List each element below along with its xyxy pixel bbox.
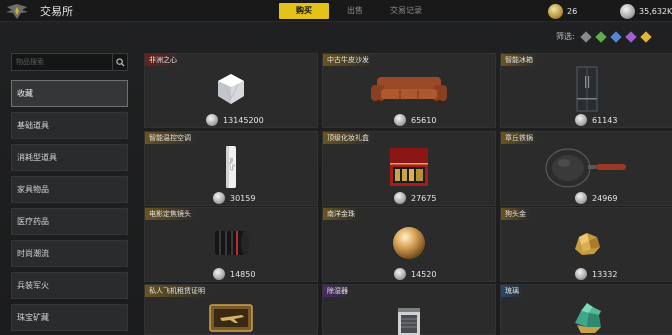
silver-coin-icon [394,268,406,280]
filter-label: 筛选: [556,32,575,41]
item-name: 中古牛皮沙发 [323,54,373,66]
silver-coin-icon [213,192,225,204]
silver-coin-icon [206,114,218,126]
item-card[interactable]: 狗头金 13332 [500,207,672,282]
page-title: 交易所 [40,5,73,18]
silver-coin-icon [394,114,406,126]
sofa-icon [371,77,447,106]
fridge-icon [576,66,598,112]
item-name: 顶级化妆礼盒 [323,132,373,144]
item-card[interactable]: 智能冰箱 61143 [500,53,672,128]
item-card[interactable]: 电影定焦镜头 14850 [144,207,318,282]
item-name: 南洋金珠 [323,208,359,220]
silver-amount: 35,632K [639,6,672,16]
item-card[interactable]: 中古牛皮沙发 65610 [322,53,496,128]
dehumidifier-icon [398,307,420,335]
gold-coin-icon [548,3,563,19]
item-name: 琉璃 [501,285,523,297]
glaze-crystal-icon [575,302,601,333]
lens-icon [215,231,249,255]
search-input[interactable] [12,54,112,70]
item-card[interactable]: 琉璃 [500,284,672,335]
item-card[interactable]: 南洋金珠 14520 [322,207,496,282]
sidebar-item-furniture[interactable]: 家具物品 [11,176,128,203]
item-price: 13332 [592,269,618,279]
item-price: 14520 [411,269,437,279]
item-name: 章丘铁锅 [501,132,537,144]
tab-buy[interactable]: 购买 [279,3,329,19]
filter-gold-diamond-icon[interactable] [640,30,652,43]
search-box [11,53,128,71]
silver-coin-icon [575,192,587,204]
search-icon[interactable] [112,54,127,70]
sidebar-item-favorites[interactable]: 收藏 [11,80,128,107]
item-card[interactable]: 私人飞机租赁证明 [144,284,318,335]
sidebar-item-basic-items[interactable]: 基础道具 [11,112,128,139]
silver-currency: 35,632K [620,2,672,20]
item-card[interactable]: 非洲之心 13145200 [144,53,318,128]
item-name: 狗头金 [501,208,530,220]
item-card[interactable]: 顶级化妆礼盒 27675 [322,131,496,206]
item-price: 30159 [230,193,256,203]
item-price: 14850 [230,269,256,279]
item-price: 27675 [411,193,437,203]
sidebar-item-consumables[interactable]: 消耗型道具 [11,144,128,171]
item-name: 智能温控空调 [145,132,195,144]
filter-green-diamond-icon[interactable] [595,30,607,43]
silver-coin-icon [620,3,635,19]
item-price: 65610 [411,115,437,125]
wok-icon [545,148,626,188]
silver-coin-icon [213,268,225,280]
gold-currency: 26 [548,2,577,20]
item-price: 24969 [592,193,618,203]
makeup-box-icon [390,148,428,186]
item-price: 61143 [592,115,618,125]
item-name: 电影定焦镜头 [145,208,195,220]
tab-sell[interactable]: 出售 [338,3,372,19]
rarity-filter: 筛选: [556,30,652,43]
filter-blue-diamond-icon[interactable] [610,30,622,43]
item-card[interactable]: 除湿器 [322,284,496,335]
item-name: 智能冰箱 [501,54,537,66]
filter-purple-diamond-icon[interactable] [625,30,637,43]
gold-amount: 26 [567,6,578,16]
pearl-icon [393,227,425,259]
diamond-icon [218,74,244,104]
jet-certificate-icon [209,303,253,332]
silver-coin-icon [394,192,406,204]
filter-gray-diamond-icon[interactable] [580,30,592,43]
sidebar-item-medical[interactable]: 医疗药品 [11,208,128,235]
item-name: 非洲之心 [145,54,181,66]
item-card[interactable]: 智能温控空调 30159 [144,131,318,206]
exchange-window: 交易所 购买 出售 交易记录 26 35,632K 筛选: 收藏 基础道具 消耗… [0,0,672,335]
item-card[interactable]: 章丘铁锅 24969 [500,131,672,206]
tab-trade-history[interactable]: 交易记录 [382,3,430,19]
silver-coin-icon [575,268,587,280]
item-name: 除湿器 [323,285,352,297]
sidebar-item-jewelry[interactable]: 珠宝矿藏 [11,304,128,331]
item-price: 13145200 [223,115,264,125]
air-conditioner-icon [226,146,236,188]
sidebar-item-fashion[interactable]: 时尚潮流 [11,240,128,267]
top-bar: 交易所 购买 出售 交易记录 26 35,632K [0,0,672,22]
wing-logo-icon [6,4,28,19]
silver-coin-icon [575,114,587,126]
item-name: 私人飞机租赁证明 [145,285,209,297]
sidebar-item-weapons[interactable]: 兵装军火 [11,272,128,299]
gold-nugget-icon [575,233,600,255]
